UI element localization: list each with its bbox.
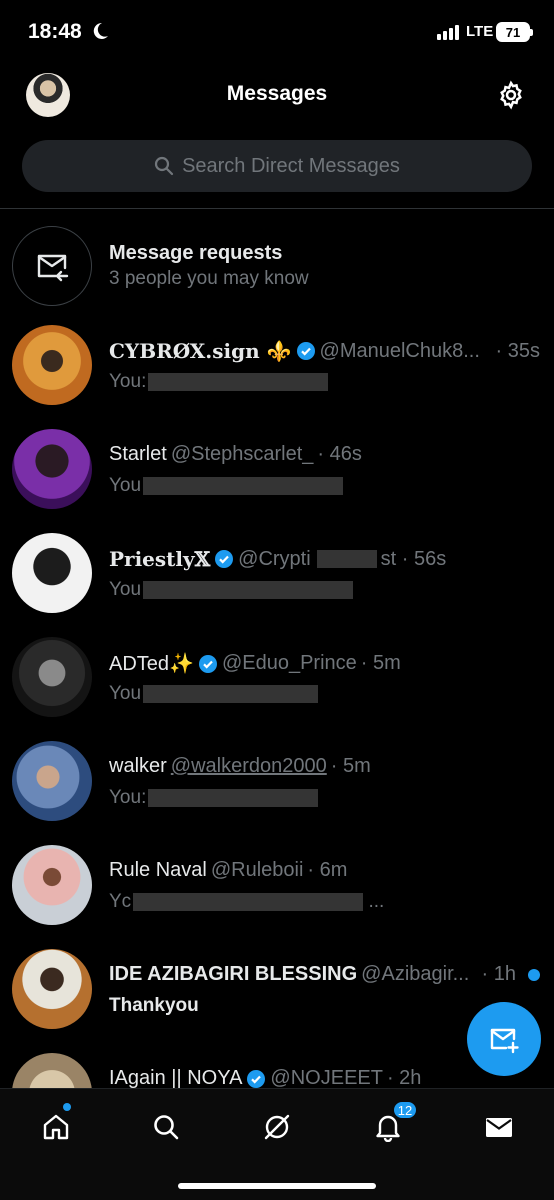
message-request-icon [12, 226, 92, 306]
battery-level: 71 [505, 24, 521, 40]
avatar[interactable] [12, 533, 92, 613]
redacted-text [143, 476, 344, 495]
battery-icon: 71 [496, 22, 533, 42]
message-requests-subtitle: 3 people you may know [109, 268, 309, 289]
conversation-time: · 5m [330, 755, 371, 777]
home-icon [43, 1114, 69, 1140]
status-bar: 18:48 LTE 71 [0, 0, 554, 66]
header: Messages [0, 66, 554, 126]
conversation-preview: You: [109, 371, 329, 393]
verified-badge-icon [296, 342, 315, 360]
conversation-handle: @NOJEEET [270, 1067, 383, 1088]
conversation-row[interactable]: CYBRØX.sign ⚜️ @ManuelChuk8... · 35s You… [0, 315, 554, 419]
conversation-row[interactable]: Starlet @Stephscarlet_ · 46s You [0, 419, 554, 523]
conversation-preview: You [109, 475, 344, 497]
conversation-handle: @Ruleboii [210, 859, 304, 881]
conversation-name: Starlet [109, 443, 167, 465]
new-message-icon [490, 1028, 519, 1054]
conversation-row[interactable]: Priestly𝕏 @Crypti st · 56s You [0, 523, 554, 627]
conversation-time: · 6m [307, 859, 348, 881]
redacted-text [148, 788, 319, 807]
signal-icon [437, 24, 459, 40]
avatar[interactable] [12, 949, 92, 1029]
preview-text: You [109, 683, 142, 704]
preview-text: Yc [109, 891, 132, 912]
verified-badge-icon [247, 1069, 266, 1088]
conversation-handle: @ManuelChuk8... [319, 339, 480, 362]
avatar[interactable] [12, 1053, 92, 1088]
search-input[interactable]: Search Direct Messages [22, 140, 532, 192]
conversation-handle: @Azibagir... [361, 963, 470, 985]
divider [0, 208, 554, 209]
conversation-handle: @Crypti [238, 547, 311, 570]
conversation-preview: You [109, 683, 319, 705]
conversation-row[interactable]: Rule Naval @Ruleboii · 6m Yc ... [0, 835, 554, 939]
search-icon [154, 1115, 179, 1140]
conversation-row[interactable]: ADTed✨ @Eduo_Prince · 5m You [0, 627, 554, 731]
avatar[interactable] [12, 741, 92, 821]
avatar[interactable] [12, 845, 92, 925]
preview-text: You [109, 579, 142, 600]
redacted-text [143, 580, 354, 599]
conversation-name: CYBRØX.sign ⚜️ [109, 339, 292, 363]
preview-ellipsis: ... [368, 891, 385, 912]
home-indicator [178, 1183, 376, 1189]
notification-count-badge: 12 [392, 1100, 418, 1120]
search-icon [154, 156, 174, 176]
conversation-preview: Thankyou [109, 995, 199, 1017]
tab-grok[interactable] [257, 1107, 297, 1147]
conversation-preview: Yc ... [109, 891, 384, 913]
message-requests-title: Message requests [109, 242, 283, 264]
gear-icon[interactable] [496, 80, 526, 110]
conversation-preview: You [109, 579, 354, 601]
tab-home[interactable] [36, 1107, 76, 1147]
verified-badge-icon [198, 654, 217, 673]
page-title: Messages [226, 82, 328, 105]
tab-search[interactable] [146, 1107, 186, 1147]
mail-icon [486, 1118, 512, 1137]
conversation-time: · 35s [495, 339, 540, 362]
preview-text: You: [109, 787, 147, 808]
conversation-time: · 5m [360, 652, 401, 674]
message-requests-row[interactable]: Message requests 3 people you may know [0, 215, 554, 315]
redacted-text [316, 550, 377, 568]
redacted-text [148, 372, 329, 391]
conversation-name: IDE AZIBAGIRI BLESSING [109, 963, 358, 985]
conversation-name: IAgain || NOYA [109, 1067, 243, 1088]
tab-messages[interactable] [479, 1107, 519, 1147]
home-unread-dot [63, 1103, 71, 1111]
avatar[interactable] [12, 325, 92, 405]
conversation-time: st · 56s [380, 547, 447, 570]
unread-dot [528, 968, 540, 981]
redacted-text [143, 684, 319, 703]
preview-text: Thankyou [109, 995, 199, 1016]
avatar[interactable] [12, 637, 92, 717]
conversation-name: ADTed✨ [109, 653, 194, 675]
network-type: LTE [466, 23, 494, 40]
moon-icon [93, 22, 108, 39]
verified-badge-icon [215, 550, 234, 568]
conversation-row[interactable]: walker @walkerdon2000 · 5m You: [0, 731, 554, 835]
conversation-handle: @Eduo_Prince [221, 652, 357, 674]
conversation-handle[interactable]: @walkerdon2000 [171, 755, 327, 778]
conversation-time: · 46s [317, 443, 362, 465]
avatar[interactable] [12, 429, 92, 509]
conversation-handle: @Stephscarlet_ [170, 443, 314, 465]
preview-text: You [109, 475, 142, 496]
conversation-name: walker [109, 755, 167, 777]
status-time: 18:48 [28, 20, 82, 43]
conversation-preview: You: [109, 787, 319, 809]
conversation-time: · 1h [481, 963, 516, 985]
redacted-text [133, 892, 364, 911]
preview-text: You: [109, 371, 147, 392]
conversation-name: Priestly𝕏 [109, 547, 211, 571]
grok-icon [264, 1114, 290, 1140]
conversation-time: · 2h [386, 1067, 422, 1088]
conversation-name: Rule Naval [109, 859, 207, 881]
new-message-button[interactable] [467, 1002, 541, 1076]
search-placeholder: Search Direct Messages [182, 154, 400, 177]
